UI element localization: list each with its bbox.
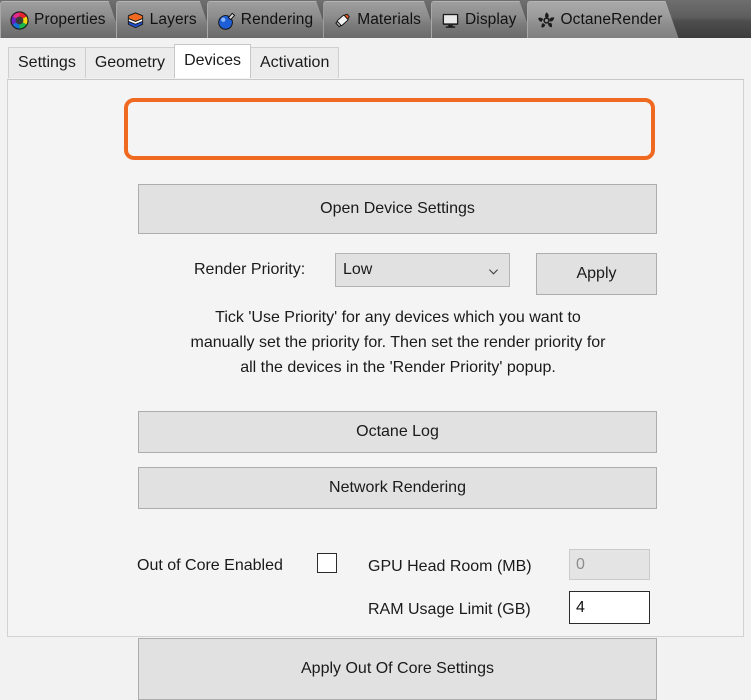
tab-materials-label: Materials [357,11,421,28]
subtab-devices[interactable]: Devices [174,44,251,78]
tab-layers-label: Layers [149,11,197,28]
gpu-head-room-input[interactable]: 0 [569,549,650,580]
chevron-down-icon [488,264,499,275]
out-of-core-enabled-label: Out of Core Enabled [137,557,283,574]
tab-octanerender-label: OctaneRender [560,11,663,28]
octane-log-button[interactable]: Octane Log [138,411,657,453]
tab-rendering-label: Rendering [240,11,314,28]
ram-usage-limit-label: RAM Usage Limit (GB) [368,601,531,618]
octane-sub-tab-bar: Settings Geometry Devices Activation [0,38,751,78]
application-tab-bar: Properties Layers Rendering Materials Di… [0,0,751,38]
apply-render-priority-button[interactable]: Apply [536,253,657,295]
priority-help-line-2: manually set the priority for. Then set … [190,334,606,351]
tab-octanerender[interactable]: OctaneRender [527,1,679,38]
gpu-head-room-label: GPU Head Room (MB) [368,558,532,575]
open-device-settings-button[interactable]: Open Device Settings [138,184,657,234]
render-sphere-icon [217,11,236,30]
tab-display-label: Display [464,11,517,28]
color-wheel-icon [10,11,29,30]
tab-layers[interactable]: Layers [116,1,213,38]
subtab-geometry[interactable]: Geometry [84,47,176,78]
devices-panel: Open Device Settings Render Priority: Lo… [7,79,744,700]
tab-properties-label: Properties [34,11,106,28]
ram-usage-limit-input[interactable]: 4 [569,591,650,624]
render-priority-label: Render Priority: [194,261,306,278]
layers-stack-icon [126,11,145,30]
top-tab-list: Properties Layers Rendering Materials Di… [0,0,751,38]
octane-fan-icon [537,11,556,30]
tab-materials[interactable]: Materials [323,1,437,38]
network-rendering-button[interactable]: Network Rendering [138,467,657,509]
tab-rendering[interactable]: Rendering [207,1,329,38]
tab-properties[interactable]: Properties [0,1,122,38]
monitor-icon [441,11,460,30]
render-priority-value: Low [343,261,373,278]
priority-help-line-1: Tick 'Use Priority' for any devices whic… [215,309,581,326]
tab-bar-filler [673,0,751,38]
apply-out-of-core-settings-button[interactable]: Apply Out Of Core Settings [138,638,657,700]
priority-help-text: Tick 'Use Priority' for any devices whic… [128,305,668,380]
subtab-settings[interactable]: Settings [8,47,86,78]
subtab-activation[interactable]: Activation [249,47,340,78]
out-of-core-checkbox[interactable] [317,553,337,573]
subtab-filler [338,77,751,78]
priority-help-line-3: all the devices in the 'Render Priority'… [240,359,556,376]
render-priority-select[interactable]: Low [335,253,510,287]
tab-display[interactable]: Display [431,1,533,38]
paint-tube-icon [333,11,352,30]
